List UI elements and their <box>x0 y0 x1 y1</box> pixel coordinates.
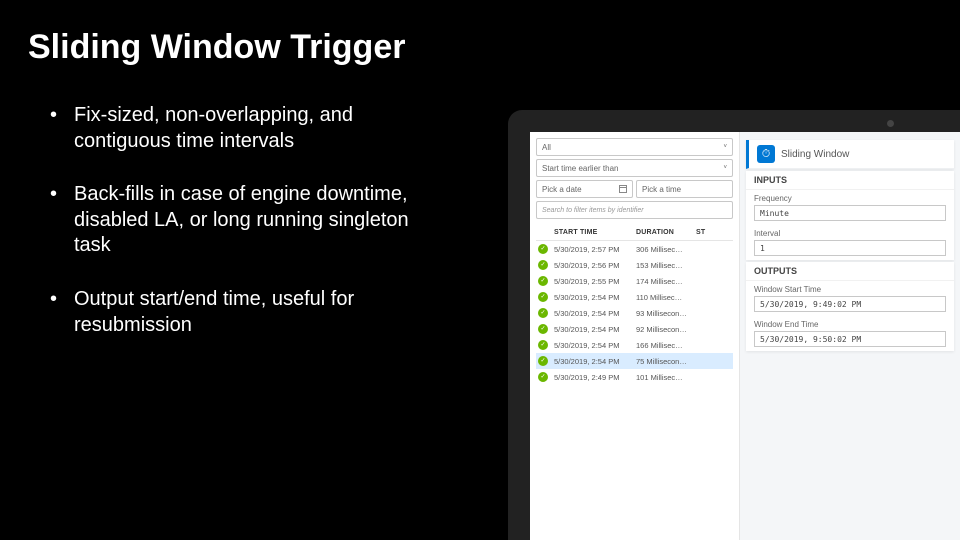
cell-duration: 153 Millisec… <box>636 261 696 270</box>
table-row[interactable]: 5/30/2019, 2:54 PM110 Millisec… <box>536 289 733 305</box>
detail-pane: ⏱ Sliding Window INPUTS Frequency Minute… <box>740 132 960 540</box>
cell-start-time: 5/30/2019, 2:55 PM <box>554 277 636 286</box>
window-end-field: Window End Time 5/30/2019, 9:50:02 PM <box>746 316 954 351</box>
stopwatch-icon: ⏱ <box>757 145 775 163</box>
table-header: START TIME DURATION ST <box>536 225 733 241</box>
success-icon <box>538 324 548 334</box>
cell-start-time: 5/30/2019, 2:54 PM <box>554 293 636 302</box>
cell-start-time: 5/30/2019, 2:56 PM <box>554 261 636 270</box>
success-icon <box>538 356 548 366</box>
cell-start-time: 5/30/2019, 2:54 PM <box>554 309 636 318</box>
app-screenshot: All ˅ Start time earlier than ˅ Pick a d… <box>530 132 960 540</box>
runs-pane: All ˅ Start time earlier than ˅ Pick a d… <box>530 132 740 540</box>
col-status: ST <box>696 229 705 236</box>
cell-start-time: 5/30/2019, 2:49 PM <box>554 373 636 382</box>
cell-start-time: 5/30/2019, 2:57 PM <box>554 245 636 254</box>
table-row[interactable]: 5/30/2019, 2:57 PM306 Millisec… <box>536 241 733 257</box>
time-placeholder: Pick a time <box>642 185 681 194</box>
window-start-field: Window Start Time 5/30/2019, 9:49:02 PM <box>746 281 954 316</box>
window-start-value[interactable]: 5/30/2019, 9:49:02 PM <box>754 296 946 312</box>
date-placeholder: Pick a date <box>542 185 582 194</box>
col-duration: DURATION <box>636 229 696 236</box>
trigger-card-header[interactable]: ⏱ Sliding Window <box>746 140 954 169</box>
cell-start-time: 5/30/2019, 2:54 PM <box>554 341 636 350</box>
table-row[interactable]: 5/30/2019, 2:55 PM174 Millisec… <box>536 273 733 289</box>
bullet-item: Fix-sized, non-overlapping, and contiguo… <box>50 103 450 154</box>
inputs-heading: INPUTS <box>746 171 954 190</box>
table-row[interactable]: 5/30/2019, 2:54 PM93 Millisecon… <box>536 305 733 321</box>
interval-label: Interval <box>754 229 946 238</box>
success-icon <box>538 244 548 254</box>
cell-duration: 174 Millisec… <box>636 277 696 286</box>
camera-dot <box>887 120 894 127</box>
time-filter-dropdown[interactable]: Start time earlier than ˅ <box>536 159 733 177</box>
table-row[interactable]: 5/30/2019, 2:49 PM101 Millisec… <box>536 369 733 385</box>
success-icon <box>538 260 548 270</box>
col-start: START TIME <box>554 229 636 236</box>
status-value: All <box>542 143 551 152</box>
success-icon <box>538 292 548 302</box>
cell-duration: 306 Millisec… <box>636 245 696 254</box>
interval-field: Interval 1 <box>746 225 954 260</box>
chevron-down-icon: ˅ <box>723 165 727 171</box>
outputs-card: OUTPUTS Window Start Time 5/30/2019, 9:4… <box>746 262 954 351</box>
chevron-down-icon: ˅ <box>723 144 727 150</box>
frequency-value[interactable]: Minute <box>754 205 946 221</box>
trigger-title: Sliding Window <box>781 149 849 160</box>
interval-value[interactable]: 1 <box>754 240 946 256</box>
success-icon <box>538 372 548 382</box>
bullet-item: Back-fills in case of engine downtime, d… <box>50 182 450 259</box>
table-body: 5/30/2019, 2:57 PM306 Millisec…5/30/2019… <box>536 241 733 385</box>
frequency-label: Frequency <box>754 194 946 203</box>
calendar-icon <box>619 185 627 193</box>
table-row[interactable]: 5/30/2019, 2:54 PM92 Millisecon… <box>536 321 733 337</box>
success-icon <box>538 340 548 350</box>
device-frame: All ˅ Start time earlier than ˅ Pick a d… <box>508 110 960 540</box>
cell-duration: 166 Millisec… <box>636 341 696 350</box>
cell-duration: 93 Millisecon… <box>636 309 696 318</box>
time-filter-value: Start time earlier than <box>542 164 618 173</box>
success-icon <box>538 308 548 318</box>
table-row[interactable]: 5/30/2019, 2:54 PM166 Millisec… <box>536 337 733 353</box>
cell-duration: 75 Millisecon… <box>636 357 696 366</box>
trigger-card: ⏱ Sliding Window <box>746 140 954 169</box>
table-row[interactable]: 5/30/2019, 2:56 PM153 Millisec… <box>536 257 733 273</box>
bullet-item: Output start/end time, useful for resubm… <box>50 287 450 338</box>
inputs-card: INPUTS Frequency Minute Interval 1 <box>746 171 954 260</box>
status-dropdown[interactable]: All ˅ <box>536 138 733 156</box>
window-end-label: Window End Time <box>754 320 946 329</box>
cell-duration: 92 Millisecon… <box>636 325 696 334</box>
window-start-label: Window Start Time <box>754 285 946 294</box>
slide-title: Sliding Window Trigger <box>0 0 960 67</box>
table-row[interactable]: 5/30/2019, 2:54 PM75 Millisecon… <box>536 353 733 369</box>
cell-start-time: 5/30/2019, 2:54 PM <box>554 325 636 334</box>
window-end-value[interactable]: 5/30/2019, 9:50:02 PM <box>754 331 946 347</box>
cell-duration: 110 Millisec… <box>636 293 696 302</box>
frequency-field: Frequency Minute <box>746 190 954 225</box>
search-input[interactable]: Search to filter items by identifier <box>536 201 733 219</box>
cell-duration: 101 Millisec… <box>636 373 696 382</box>
outputs-heading: OUTPUTS <box>746 262 954 281</box>
time-picker[interactable]: Pick a time <box>636 180 733 198</box>
cell-start-time: 5/30/2019, 2:54 PM <box>554 357 636 366</box>
bullet-list: Fix-sized, non-overlapping, and contiguo… <box>0 67 450 338</box>
date-picker[interactable]: Pick a date <box>536 180 633 198</box>
success-icon <box>538 276 548 286</box>
